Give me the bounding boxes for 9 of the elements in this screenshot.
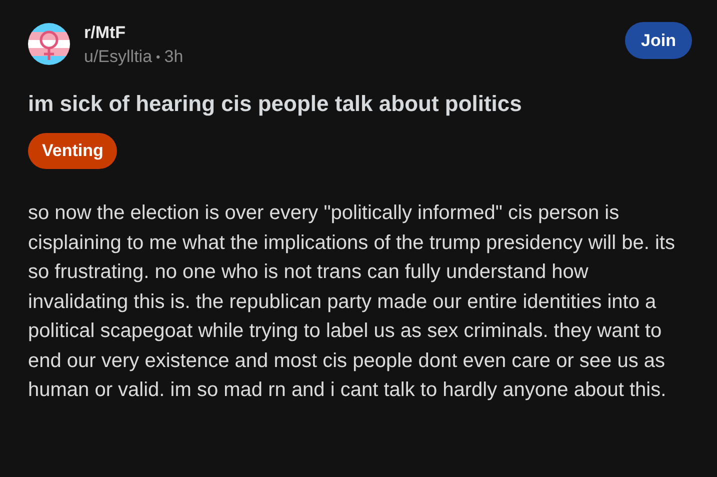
subreddit-name[interactable]: r/MtF [84,22,184,44]
post-age: 3h [164,46,184,68]
flair-tag[interactable]: Venting [28,133,118,169]
post-title: im sick of hearing cis people talk about politics [28,90,523,118]
author-name[interactable]: u/Esylltia [84,45,152,69]
join-button[interactable]: Join [625,22,692,59]
post-body: so now the election is over every "politically informed" cis person is cisplaining to me what the implications of the trump presidency will be. its so frustrating. no one who is not trans can fully understand how invalidating this is. the republican party made our entire identities into a political scapegoat while trying to label us as sex criminals. they want to end our very existence and most cis people dont even care or see us as human or valid. im so mad rn and i cant talk to hardly anyone about this. [28,201,676,403]
separator-dot: • [156,49,160,66]
community-avatar-icon [28,23,70,65]
